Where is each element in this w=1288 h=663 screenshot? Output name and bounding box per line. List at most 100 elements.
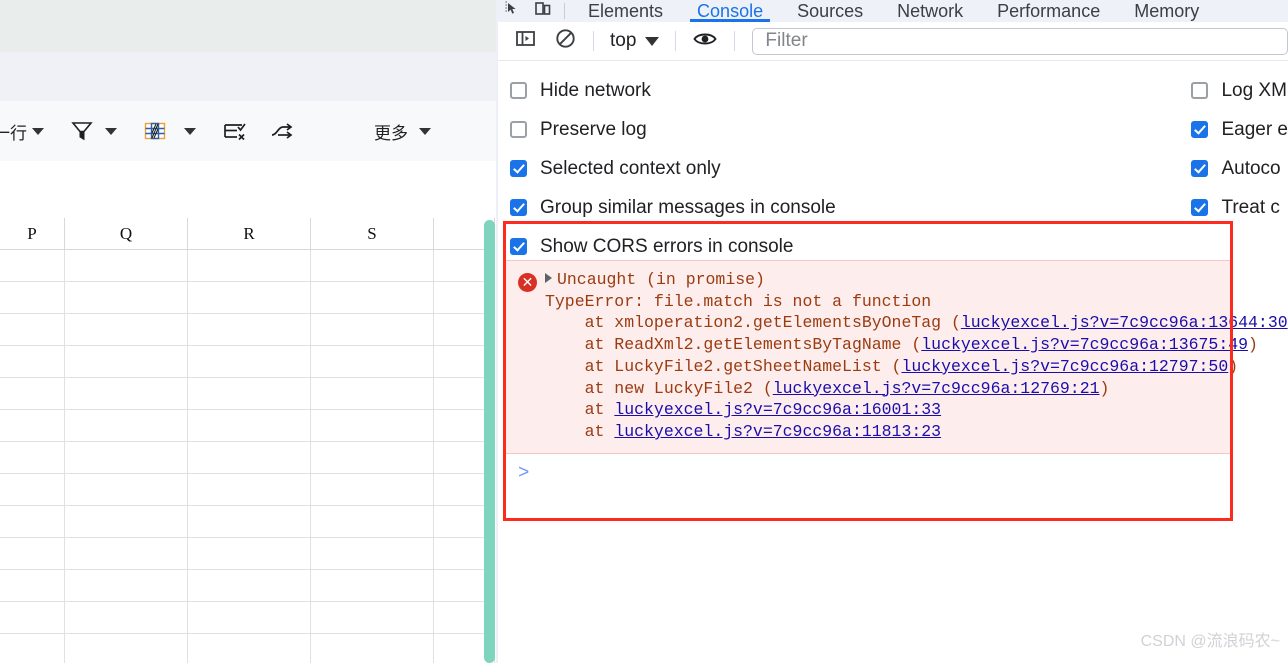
grid-cell[interactable] (65, 378, 188, 410)
stack-source-link[interactable]: luckyexcel.js?v=7c9cc96a:12797:50 (901, 357, 1228, 376)
column-header-s[interactable]: S (311, 218, 434, 250)
tab-console[interactable]: Console (680, 0, 780, 22)
device-toolbar-button[interactable] (528, 0, 558, 22)
grid-cell[interactable] (0, 474, 65, 506)
console-error-message[interactable]: ✕ Uncaught (in promise) TypeError: file.… (504, 260, 1232, 454)
checkbox-show-cors-errors[interactable] (510, 238, 527, 255)
sidebar-toggle-button[interactable] (510, 26, 540, 56)
column-header-p[interactable]: P (0, 218, 65, 250)
column-header-q[interactable]: Q (65, 218, 188, 250)
setting-treat-code-evaluation[interactable]: Treat c (1191, 188, 1288, 227)
grid-cell[interactable] (311, 410, 434, 442)
grid-cell[interactable] (0, 634, 65, 663)
stack-source-link[interactable]: luckyexcel.js?v=7c9cc96a:13644:30 (961, 313, 1288, 332)
column-header-r[interactable]: R (188, 218, 311, 250)
checkbox-autocomplete-from-history[interactable] (1191, 160, 1208, 177)
grid-cell[interactable] (311, 282, 434, 314)
spreadsheet-grid[interactable]: P Q R S (0, 218, 498, 663)
freeze-row-button[interactable]: 一行 (0, 113, 49, 149)
grid-cell[interactable] (0, 602, 65, 634)
grid-cell[interactable] (65, 282, 188, 314)
grid-cell[interactable] (188, 634, 311, 663)
grid-cell[interactable] (311, 538, 434, 570)
checkbox-group-similar-messages[interactable] (510, 199, 527, 216)
grid-cell[interactable] (65, 570, 188, 602)
setting-selected-context-only[interactable]: Selected context only (510, 149, 1191, 188)
grid-cell[interactable] (188, 474, 311, 506)
grid-cell[interactable] (311, 378, 434, 410)
grid-cell[interactable] (311, 634, 434, 663)
grid-cell[interactable] (311, 570, 434, 602)
grid-cell[interactable] (311, 250, 434, 282)
grid-cell[interactable] (65, 442, 188, 474)
tab-elements[interactable]: Elements (571, 0, 680, 22)
grid-cell[interactable] (0, 282, 65, 314)
clear-console-button[interactable] (550, 26, 580, 56)
grid-cell[interactable] (311, 602, 434, 634)
grid-cell[interactable] (65, 410, 188, 442)
setting-autocomplete-from-history[interactable]: Autoco (1191, 149, 1288, 188)
setting-log-xmlhttprequests[interactable]: Log XM (1191, 71, 1288, 110)
grid-cell[interactable] (65, 506, 188, 538)
tab-memory[interactable]: Memory (1117, 0, 1216, 22)
triangle-right-icon[interactable] (545, 273, 552, 283)
grid-cell[interactable] (65, 538, 188, 570)
live-expression-button[interactable] (689, 26, 721, 56)
grid-cell[interactable] (311, 506, 434, 538)
grid-cell[interactable] (188, 410, 311, 442)
grid-cell[interactable] (188, 314, 311, 346)
grid-cell[interactable] (188, 602, 311, 634)
grid-cell[interactable] (65, 314, 188, 346)
grid-cell[interactable] (65, 474, 188, 506)
grid-cell[interactable] (65, 346, 188, 378)
checkbox-log-xmlhttprequests[interactable] (1191, 82, 1208, 99)
grid-cell[interactable] (188, 346, 311, 378)
stack-source-link[interactable]: luckyexcel.js?v=7c9cc96a:12769:21 (773, 379, 1100, 398)
grid-cell[interactable] (188, 442, 311, 474)
setting-preserve-log[interactable]: Preserve log (510, 110, 1191, 149)
grid-cell[interactable] (0, 314, 65, 346)
checkbox-treat-code-evaluation[interactable] (1191, 199, 1208, 216)
grid-cell[interactable] (311, 442, 434, 474)
grid-cell[interactable] (0, 410, 65, 442)
checkbox-selected-context-only[interactable] (510, 160, 527, 177)
stack-source-link[interactable]: luckyexcel.js?v=7c9cc96a:13675:49 (921, 335, 1248, 354)
grid-cell[interactable] (311, 314, 434, 346)
filter-input[interactable]: Filter (752, 28, 1288, 55)
tab-performance[interactable]: Performance (980, 0, 1117, 22)
checkbox-preserve-log[interactable] (510, 121, 527, 138)
stack-source-link[interactable]: luckyexcel.js?v=7c9cc96a:11813:23 (614, 422, 941, 441)
grid-cell[interactable] (65, 602, 188, 634)
split-text-button[interactable] (263, 113, 301, 149)
grid-cell[interactable] (0, 442, 65, 474)
grid-cell[interactable] (188, 538, 311, 570)
execution-context-selector[interactable]: top (607, 30, 662, 52)
grid-cell[interactable] (188, 378, 311, 410)
stack-source-link[interactable]: luckyexcel.js?v=7c9cc96a:16001:33 (614, 400, 941, 419)
grid-cell[interactable] (0, 346, 65, 378)
inspect-element-button[interactable] (498, 0, 528, 22)
grid-cell[interactable] (311, 346, 434, 378)
conditional-format-button[interactable] (136, 113, 201, 149)
grid-cell[interactable] (65, 634, 188, 663)
setting-hide-network[interactable]: Hide network (510, 71, 1191, 110)
checkbox-hide-network[interactable] (510, 82, 527, 99)
grid-cell[interactable] (188, 506, 311, 538)
grid-cell[interactable] (0, 538, 65, 570)
grid-cell[interactable] (65, 250, 188, 282)
setting-eager-evaluation[interactable]: Eager e (1191, 110, 1288, 149)
grid-cell[interactable] (0, 378, 65, 410)
grid-cell[interactable] (188, 250, 311, 282)
console-prompt[interactable]: > (504, 454, 1232, 516)
filter-button[interactable] (63, 113, 122, 149)
grid-cell[interactable] (0, 250, 65, 282)
tab-sources[interactable]: Sources (780, 0, 880, 22)
grid-cell[interactable] (0, 570, 65, 602)
more-button[interactable]: 更多 (369, 113, 436, 149)
grid-vertical-scrollbar[interactable] (484, 220, 495, 663)
tab-network[interactable]: Network (880, 0, 980, 22)
grid-cell[interactable] (188, 570, 311, 602)
grid-cell[interactable] (188, 282, 311, 314)
setting-group-similar-messages[interactable]: Group similar messages in console (510, 188, 1191, 227)
grid-cell[interactable] (0, 506, 65, 538)
